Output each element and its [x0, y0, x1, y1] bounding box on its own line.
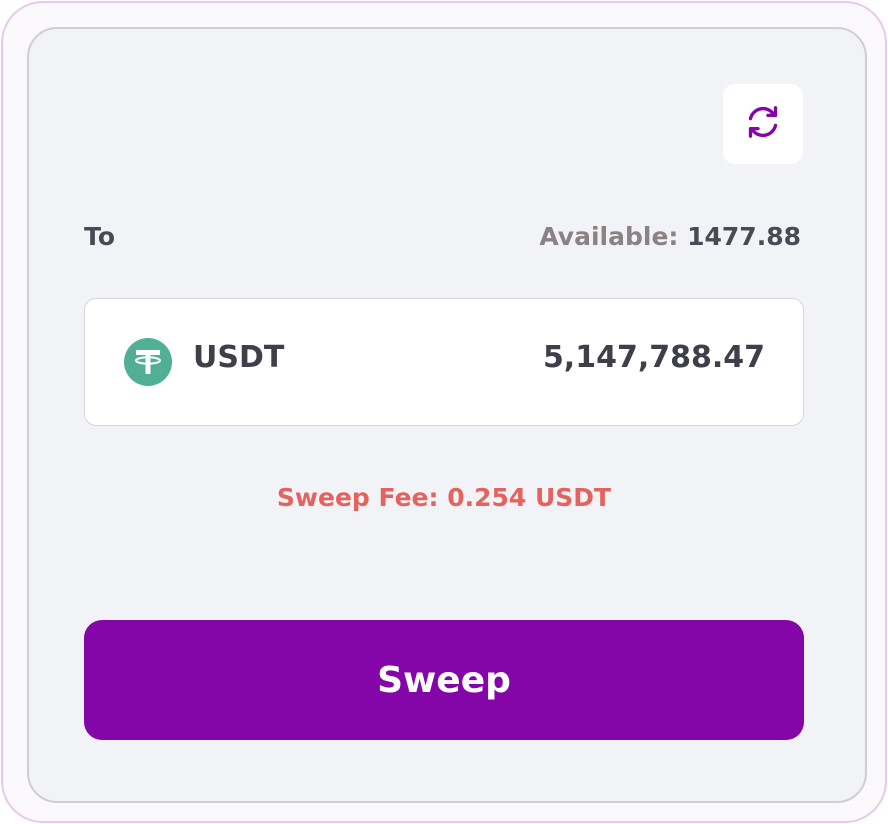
token-selector[interactable]: USDT 5,147,788.47: [84, 298, 804, 426]
token-amount: 5,147,788.47: [542, 340, 765, 375]
to-label: To: [84, 222, 116, 251]
available-label: Available:: [539, 222, 679, 251]
sweep-fee-text: Sweep Fee: 0.254 USDT: [276, 483, 612, 512]
tether-icon: [124, 338, 172, 386]
available-balance: Available: 1477.88: [539, 222, 801, 251]
sweep-button[interactable]: Sweep: [84, 620, 804, 740]
refresh-button[interactable]: [723, 84, 803, 164]
refresh-icon: [743, 102, 783, 146]
available-value: 1477.88: [687, 222, 801, 251]
token-symbol: USDT: [193, 340, 285, 375]
